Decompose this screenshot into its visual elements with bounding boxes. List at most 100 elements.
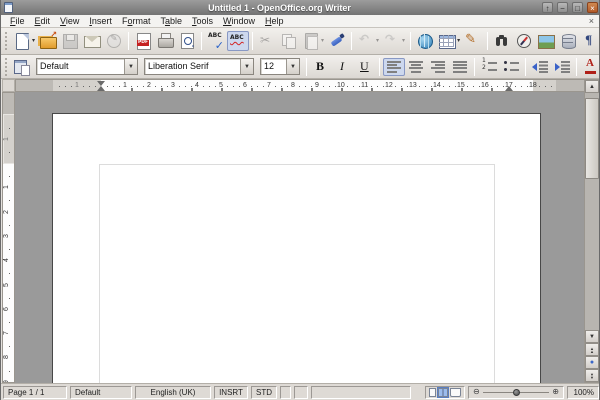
- table-button[interactable]: ▾: [436, 31, 462, 51]
- print-button[interactable]: [154, 31, 176, 51]
- maximize-button[interactable]: □: [572, 2, 583, 13]
- status-page-number[interactable]: Page 1 / 1: [3, 386, 67, 399]
- menu-view[interactable]: View: [55, 15, 84, 27]
- status-insert-mode[interactable]: INSRT: [214, 386, 248, 399]
- font-size-value[interactable]: 12: [261, 59, 286, 74]
- cut-button[interactable]: [256, 31, 278, 51]
- font-color-button[interactable]: ▾: [580, 58, 600, 76]
- status-selection-mode[interactable]: STD: [251, 386, 277, 399]
- page-preview-button[interactable]: [176, 31, 198, 51]
- undo-button[interactable]: ▾: [355, 31, 381, 51]
- zoom-slider-thumb[interactable]: [513, 389, 520, 396]
- font-name-value[interactable]: Liberation Serif: [145, 59, 240, 74]
- hyperlink-button[interactable]: [414, 31, 436, 51]
- dropdown-arrow-icon[interactable]: ▼: [286, 59, 299, 74]
- redo-button[interactable]: ▾: [381, 31, 407, 51]
- paste-button[interactable]: ▾: [300, 31, 326, 51]
- scrollbar-track[interactable]: [585, 179, 599, 330]
- ruler-tick: [383, 86, 384, 87]
- status-hyperlink-cell[interactable]: [280, 386, 291, 399]
- dropdown-arrow-icon[interactable]: ▾: [32, 38, 35, 44]
- copy-button[interactable]: [278, 31, 300, 51]
- shade-button[interactable]: ↑: [542, 2, 553, 13]
- italic-button[interactable]: [332, 58, 354, 76]
- increase-indent-button[interactable]: [551, 58, 573, 76]
- dropdown-arrow-icon[interactable]: ▼: [240, 59, 253, 74]
- menu-tools[interactable]: Tools: [187, 15, 218, 27]
- paragraph-style-value[interactable]: Default: [37, 59, 124, 74]
- status-zoom-level[interactable]: 100%: [567, 386, 599, 399]
- ruler-tick: [515, 86, 516, 87]
- dropdown-arrow-icon[interactable]: ▼: [124, 59, 137, 74]
- close-document-icon[interactable]: ×: [586, 16, 597, 27]
- dropdown-arrow-icon[interactable]: ▾: [402, 38, 405, 44]
- navigation-icon[interactable]: ●: [585, 356, 599, 369]
- dropdown-arrow-icon[interactable]: ▾: [321, 38, 324, 44]
- status-modified-cell[interactable]: [294, 386, 308, 399]
- paragraph-style-combo[interactable]: Default▼: [36, 58, 138, 75]
- bulleted-list-button[interactable]: [500, 58, 522, 76]
- bold-button[interactable]: [310, 58, 332, 76]
- draw-functions-button[interactable]: [462, 31, 484, 51]
- styles-formatting-button[interactable]: [11, 58, 33, 76]
- status-signature-cell[interactable]: [311, 386, 411, 399]
- nonprinting-characters-button[interactable]: [579, 31, 600, 51]
- edit-file-button[interactable]: [103, 31, 125, 51]
- scrollbar-thumb[interactable]: [585, 98, 599, 179]
- data-sources-button[interactable]: [557, 31, 579, 51]
- align-justify-button[interactable]: [449, 58, 471, 76]
- next-page-icon[interactable]: ▼▼: [585, 369, 599, 382]
- toolbar-grip[interactable]: [3, 57, 9, 75]
- toolbar-grip[interactable]: [3, 31, 9, 52]
- status-language[interactable]: English (UK): [135, 386, 211, 399]
- align-right-button[interactable]: [427, 58, 449, 76]
- scroll-up-icon[interactable]: ▲: [585, 80, 599, 93]
- decrease-indent-button[interactable]: [529, 58, 551, 76]
- autospellcheck-button[interactable]: [227, 31, 249, 51]
- email-button[interactable]: [81, 31, 103, 51]
- open-button[interactable]: [37, 31, 59, 51]
- menu-window[interactable]: Window: [218, 15, 260, 27]
- document-workspace[interactable]: [15, 92, 584, 383]
- navigator-button[interactable]: [513, 31, 535, 51]
- minimize-button[interactable]: −: [557, 2, 568, 13]
- font-size-combo[interactable]: 12▼: [260, 58, 300, 75]
- menu-help[interactable]: Help: [260, 15, 289, 27]
- zoom-slider-track[interactable]: [483, 392, 550, 393]
- horizontal-ruler[interactable]: 1234567891011121314151617181: [15, 79, 585, 92]
- align-left-button[interactable]: [383, 58, 405, 76]
- align-center-button[interactable]: [405, 58, 427, 76]
- underline-button[interactable]: [354, 58, 376, 76]
- menu-format[interactable]: Format: [117, 15, 156, 27]
- menu-file[interactable]: File: [5, 15, 30, 27]
- multi-page-view-icon[interactable]: [438, 388, 448, 397]
- export-pdf-button[interactable]: [132, 31, 154, 51]
- zoom-out-icon[interactable]: ⊖: [473, 387, 480, 397]
- menu-insert[interactable]: Insert: [84, 15, 117, 27]
- gallery-button[interactable]: [535, 31, 557, 51]
- scroll-down-icon[interactable]: ▼: [585, 330, 599, 343]
- left-indent-marker[interactable]: [97, 82, 105, 91]
- dropdown-arrow-icon[interactable]: ▾: [457, 38, 460, 44]
- zoom-in-icon[interactable]: ⊕: [552, 387, 559, 397]
- new-document-button[interactable]: ▾: [11, 31, 37, 51]
- book-view-icon[interactable]: [450, 388, 461, 397]
- spellcheck-button[interactable]: [205, 31, 227, 51]
- menu-table[interactable]: Table: [155, 15, 187, 27]
- document-page[interactable]: [52, 113, 541, 383]
- vertical-ruler[interactable]: 1234567891: [2, 92, 15, 383]
- font-name-combo[interactable]: Liberation Serif▼: [144, 58, 254, 75]
- ruler-tick: [9, 298, 10, 299]
- close-button[interactable]: ×: [587, 2, 598, 13]
- single-page-view-icon[interactable]: [429, 388, 436, 397]
- format-paintbrush-button[interactable]: [326, 31, 348, 51]
- vertical-scrollbar[interactable]: ▲ ▼ ▲▲ ● ▼▼: [584, 79, 600, 383]
- toolbar-separator: [351, 32, 352, 50]
- find-replace-button[interactable]: [491, 31, 513, 51]
- menu-edit[interactable]: Edit: [30, 15, 56, 27]
- previous-page-icon[interactable]: ▲▲: [585, 343, 599, 356]
- save-button[interactable]: [59, 31, 81, 51]
- numbered-list-button[interactable]: [478, 58, 500, 76]
- dropdown-arrow-icon[interactable]: ▾: [376, 38, 379, 44]
- status-page-style[interactable]: Default: [70, 386, 132, 399]
